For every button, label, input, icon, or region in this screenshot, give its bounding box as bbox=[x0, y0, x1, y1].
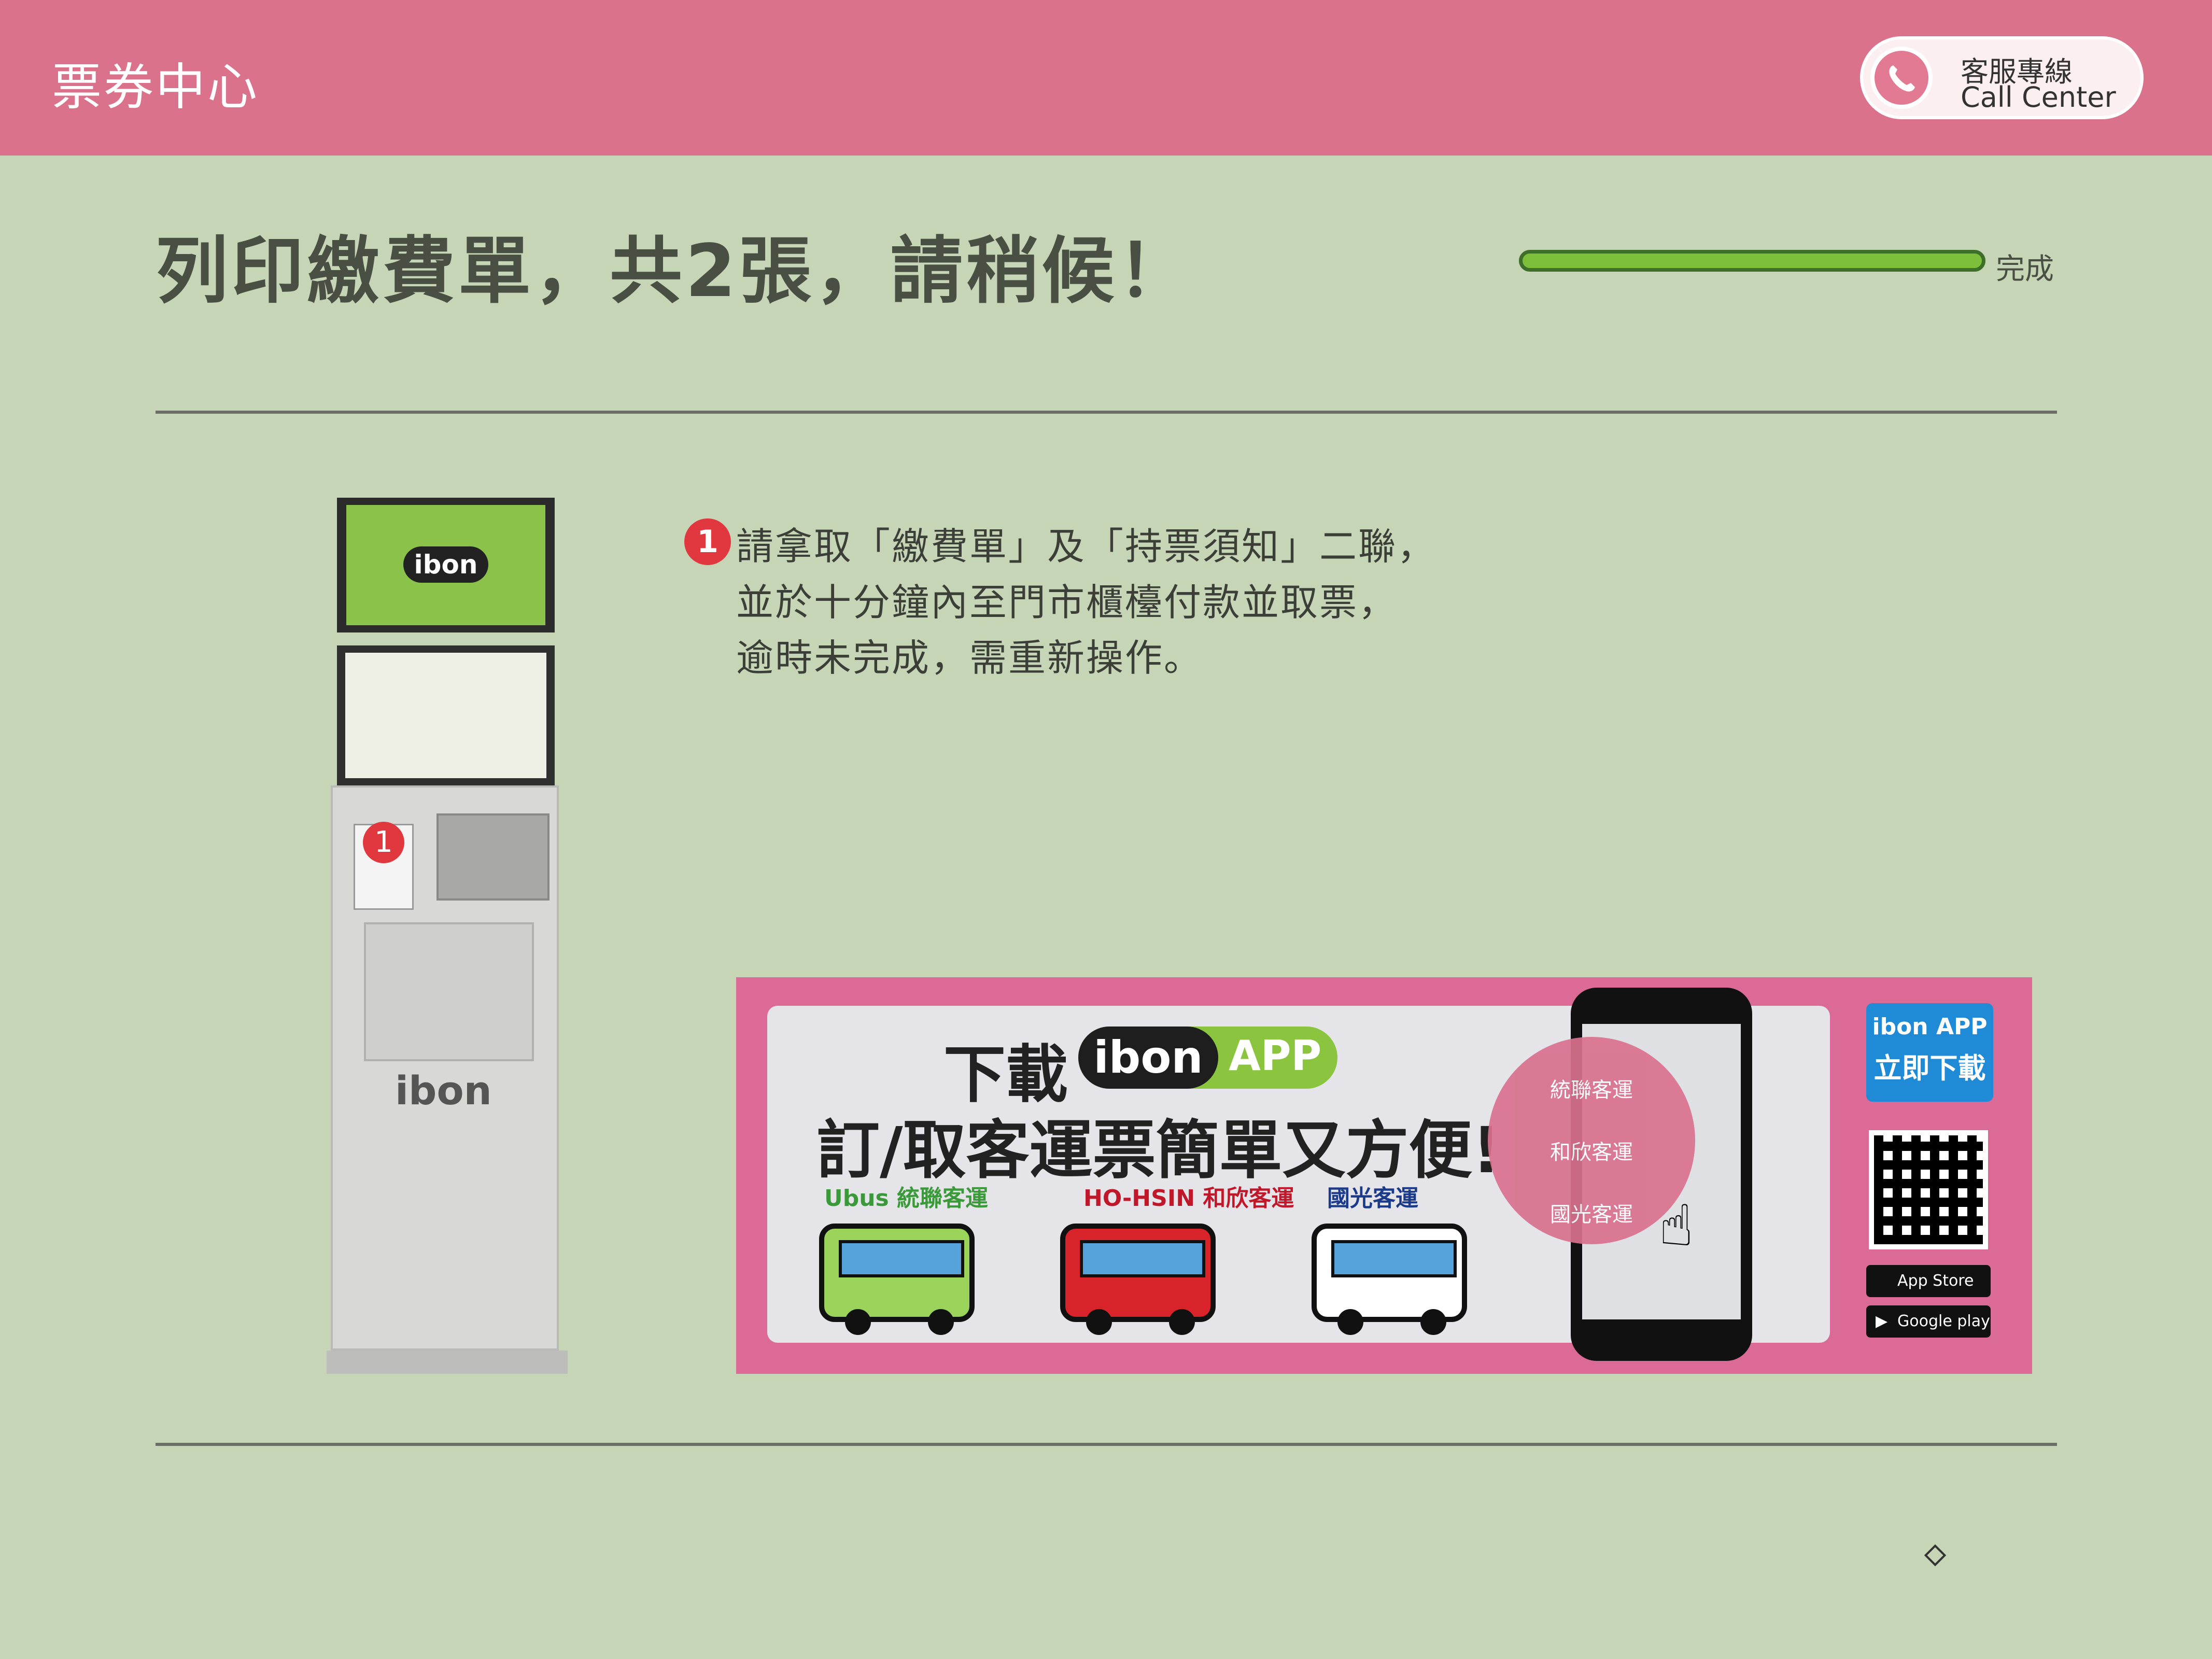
kiosk-body: ibon bbox=[331, 785, 559, 1351]
circle-option-ubus: 統聯客運 bbox=[1550, 1078, 1633, 1102]
header-bar: 票券中心 客服專線 Call Center bbox=[0, 0, 2212, 156]
banner-tagline: 訂/取客運票簡單又方便! bbox=[816, 1114, 1501, 1187]
download-title-ibon-app: ibon APP bbox=[1872, 1014, 1988, 1040]
call-center-label-en: Call Center bbox=[1961, 81, 2116, 114]
kiosk-illustration: ibon ibon bbox=[327, 495, 568, 1376]
operator-kuo-kuang: 國光客運 bbox=[1327, 1185, 1418, 1212]
kiosk-touch-screen bbox=[337, 645, 555, 785]
circle-option-hohsin: 和欣客運 bbox=[1550, 1141, 1633, 1164]
bus-icon bbox=[1312, 1224, 1467, 1335]
app-store-label: App Store bbox=[1897, 1272, 1974, 1290]
app-store-badge[interactable]: App Store bbox=[1866, 1265, 1991, 1297]
google-play-icon: ▶ bbox=[1876, 1312, 1888, 1330]
kiosk-top-screen: ibon bbox=[337, 498, 555, 632]
instruction-line-3: 逾時未完成，需重新操作。 bbox=[736, 636, 1203, 680]
top-divider bbox=[156, 411, 2057, 414]
progress-label: 完成 bbox=[1996, 252, 2054, 286]
kiosk-slot bbox=[436, 813, 550, 901]
operator-ubus: Ubus 統聯客運 bbox=[824, 1185, 989, 1212]
download-title: ibon APP 立即下載 bbox=[1866, 1003, 1993, 1102]
progress-bar bbox=[1519, 250, 1985, 272]
download-title-now: 立即下載 bbox=[1873, 1052, 1986, 1085]
ibon-logo: ibon bbox=[1078, 1027, 1218, 1089]
bus-icon bbox=[1060, 1224, 1216, 1335]
instruction-line-1: 請拿取「繳費單」及「持票須知」二聯， bbox=[736, 525, 1436, 568]
app-label: APP bbox=[1229, 1032, 1322, 1080]
call-center-button[interactable]: 客服專線 Call Center bbox=[1860, 36, 2144, 119]
kiosk-screen-logo: ibon bbox=[403, 546, 488, 583]
kiosk-base bbox=[327, 1351, 568, 1374]
app-title: 票券中心 bbox=[52, 58, 259, 116]
instruction-line-2: 並於十分鐘內至門市櫃檯付款並取票， bbox=[736, 581, 1398, 624]
kiosk-shelf bbox=[364, 922, 534, 1061]
step-badge-icon: 1 bbox=[363, 822, 404, 863]
kiosk-brand: ibon bbox=[395, 1067, 492, 1114]
operator-hohsin: HO-HSIN 和欣客運 bbox=[1083, 1185, 1294, 1212]
hand-pointer-icon: ☝ bbox=[1659, 1192, 1694, 1259]
bottom-divider bbox=[156, 1443, 2057, 1446]
diamond-marker-icon bbox=[1924, 1544, 1947, 1567]
google-play-label: Google play bbox=[1897, 1312, 1990, 1330]
phone-icon bbox=[1870, 47, 1933, 109]
page-title: 列印繳費單，共2張，請稍候！ bbox=[156, 229, 1193, 314]
qr-code-icon bbox=[1869, 1130, 1988, 1249]
google-play-badge[interactable]: ▶ Google play bbox=[1866, 1305, 1991, 1338]
bus-icon bbox=[819, 1224, 975, 1335]
step-number-badge: 1 bbox=[684, 518, 731, 565]
